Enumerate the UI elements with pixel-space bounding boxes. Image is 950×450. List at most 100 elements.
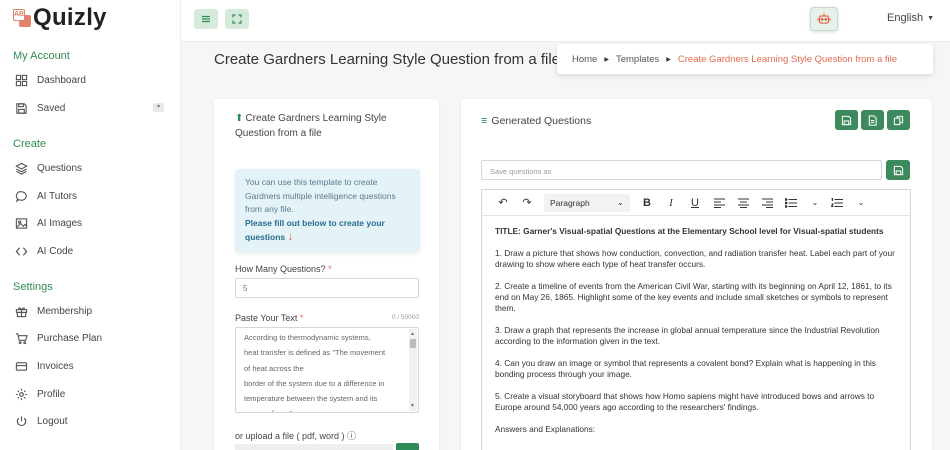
- save-as-input[interactable]: Save questions as: [481, 160, 882, 180]
- undo-icon[interactable]: ↶: [494, 194, 512, 212]
- question-item: 3. Draw a graph that represents the incr…: [495, 325, 880, 346]
- char-counter: 0 / 50000: [391, 314, 419, 321]
- power-icon: [14, 414, 28, 428]
- upload-button[interactable]: [396, 443, 419, 450]
- copy-button[interactable]: [887, 110, 910, 130]
- sidebar-item-ai-images[interactable]: AI Images: [14, 215, 164, 231]
- editor-content[interactable]: TITLE: Garner's Visual-spatial Questions…: [495, 226, 895, 446]
- sidebar: AB Quizly My Account Dashboard Saved ▾ C…: [0, 0, 181, 450]
- sidebar-item-label: AI Code: [37, 245, 74, 257]
- breadcrumb-templates[interactable]: Templates: [616, 54, 659, 65]
- sidebar-item-profile[interactable]: Profile: [14, 386, 164, 402]
- chevron-down-icon: ⌄: [616, 197, 624, 207]
- section-my-account: My Account: [13, 50, 70, 62]
- underline-icon[interactable]: U: [686, 194, 704, 212]
- bold-icon[interactable]: B: [638, 194, 656, 212]
- sidebar-item-ai-code[interactable]: AI Code: [14, 243, 164, 259]
- logo-icon: AB: [13, 9, 31, 27]
- section-create: Create: [13, 138, 47, 150]
- copy-icon: [893, 115, 904, 125]
- paste-text-area[interactable]: According to thermodynamic systems, heat…: [235, 327, 419, 413]
- breadcrumb-separator-icon: ▶: [604, 56, 609, 63]
- question-count-input[interactable]: 5: [235, 278, 419, 298]
- page-title: Create Gardners Learning Style Question …: [214, 51, 561, 68]
- answers-heading: Answers and Explanations:: [495, 424, 596, 434]
- italic-icon[interactable]: I: [662, 194, 680, 212]
- align-left-icon: ≡: [481, 115, 488, 127]
- save-as-button[interactable]: [886, 160, 910, 180]
- fullscreen-icon: [232, 14, 242, 24]
- question-item: 4. Can you draw an image or symbol that …: [495, 358, 876, 379]
- generated-title-line: TITLE: Garner's Visual-spatial Questions…: [495, 226, 884, 236]
- sidebar-item-saved[interactable]: Saved ▾: [14, 100, 164, 116]
- breadcrumb: Home ▶ Templates ▶ Create Gardners Learn…: [557, 44, 933, 74]
- align-right-icon[interactable]: [758, 194, 776, 212]
- cart-icon: [14, 331, 28, 345]
- sidebar-item-label: Purchase Plan: [37, 332, 103, 344]
- save-icon: [893, 165, 903, 175]
- chevron-down-icon[interactable]: ⌄: [852, 194, 870, 212]
- sidebar-item-label: AI Images: [37, 217, 83, 229]
- arrow-down-icon: ↓: [287, 229, 294, 243]
- sidebar-item-label: Logout: [37, 415, 68, 427]
- breadcrumb-current: Create Gardners Learning Style Question …: [677, 53, 898, 65]
- logo[interactable]: AB Quizly: [13, 4, 107, 31]
- save-icon: [14, 101, 28, 115]
- sidebar-item-logout[interactable]: Logout: [14, 413, 164, 429]
- sidebar-item-membership[interactable]: Membership: [14, 303, 164, 319]
- section-settings: Settings: [13, 281, 53, 293]
- sidebar-item-purchase-plan[interactable]: Purchase Plan: [14, 330, 164, 346]
- topbar: English ▼: [181, 0, 950, 42]
- chevron-down-icon[interactable]: ▾: [153, 103, 164, 112]
- generated-title: ≡ Generated Questions: [481, 115, 592, 127]
- menu-icon: [202, 15, 210, 23]
- align-center-icon[interactable]: [734, 194, 752, 212]
- save-file-button[interactable]: [835, 110, 858, 130]
- info-text: You can use this template to create Gard…: [245, 177, 396, 214]
- editor-toolbar: ↶ ↷ Paragraph ⌄ B I U ⌄ ⌄: [482, 190, 910, 216]
- form-title: ⬆︎ Create Gardners Learning Style Questio…: [235, 113, 387, 139]
- sidebar-item-label: Invoices: [37, 360, 74, 372]
- redo-icon[interactable]: ↷: [518, 194, 536, 212]
- numbered-list-icon[interactable]: [828, 194, 846, 212]
- sidebar-item-ai-tutors[interactable]: AI Tutors: [14, 188, 164, 204]
- upload-label: or upload a file ( pdf, word ) ⓘ: [235, 431, 357, 441]
- chevron-down-icon[interactable]: ⌄: [806, 194, 824, 212]
- document-icon: [868, 114, 877, 126]
- question-item: 1. Draw a picture that shows how conduct…: [495, 248, 895, 269]
- export-document-button[interactable]: [861, 110, 884, 130]
- receipt-icon: [14, 359, 28, 373]
- align-left-icon[interactable]: [710, 194, 728, 212]
- file-input[interactable]: [235, 444, 393, 450]
- info-box: You can use this template to create Gard…: [235, 169, 420, 252]
- chat-icon: [14, 189, 28, 203]
- language-selector[interactable]: English ▼: [887, 12, 934, 24]
- image-icon: [14, 216, 28, 230]
- bulleted-list-icon[interactable]: [782, 194, 800, 212]
- breadcrumb-home[interactable]: Home: [572, 54, 597, 65]
- fullscreen-button[interactable]: [225, 9, 249, 29]
- sidebar-item-invoices[interactable]: Invoices: [14, 358, 164, 374]
- sidebar-item-dashboard[interactable]: Dashboard: [14, 72, 164, 88]
- paragraph-style-select[interactable]: Paragraph ⌄: [544, 193, 630, 212]
- sidebar-item-label: AI Tutors: [37, 190, 78, 202]
- breadcrumb-separator-icon: ▶: [666, 56, 671, 63]
- gear-icon: [14, 387, 28, 401]
- upload-icon: ⬆︎: [235, 113, 244, 124]
- menu-toggle-button[interactable]: [194, 9, 218, 29]
- question-item: 5. Create a visual storyboard that shows…: [495, 391, 875, 412]
- dashboard-icon: [14, 73, 28, 87]
- sidebar-item-label: Membership: [37, 305, 93, 317]
- sidebar-item-questions[interactable]: Questions: [14, 160, 164, 176]
- sidebar-item-label: Dashboard: [37, 74, 86, 86]
- sidebar-item-label: Questions: [37, 162, 83, 174]
- rich-text-editor[interactable]: ↶ ↷ Paragraph ⌄ B I U ⌄ ⌄ TITLE: Garner's…: [481, 189, 911, 450]
- ai-assistant-button[interactable]: [810, 7, 838, 31]
- generated-questions-card: ≡ Generated Questions Save questions as …: [461, 99, 932, 450]
- paste-text-label: Paste Your Text *: [235, 313, 304, 323]
- caret-down-icon: ▼: [927, 15, 935, 22]
- gift-icon: [14, 304, 28, 318]
- textarea-scrollbar[interactable]: ▲ ▼: [409, 329, 417, 411]
- help-icon[interactable]: ⓘ: [347, 431, 356, 441]
- paste-text-value: According to thermodynamic systems, heat…: [244, 333, 386, 412]
